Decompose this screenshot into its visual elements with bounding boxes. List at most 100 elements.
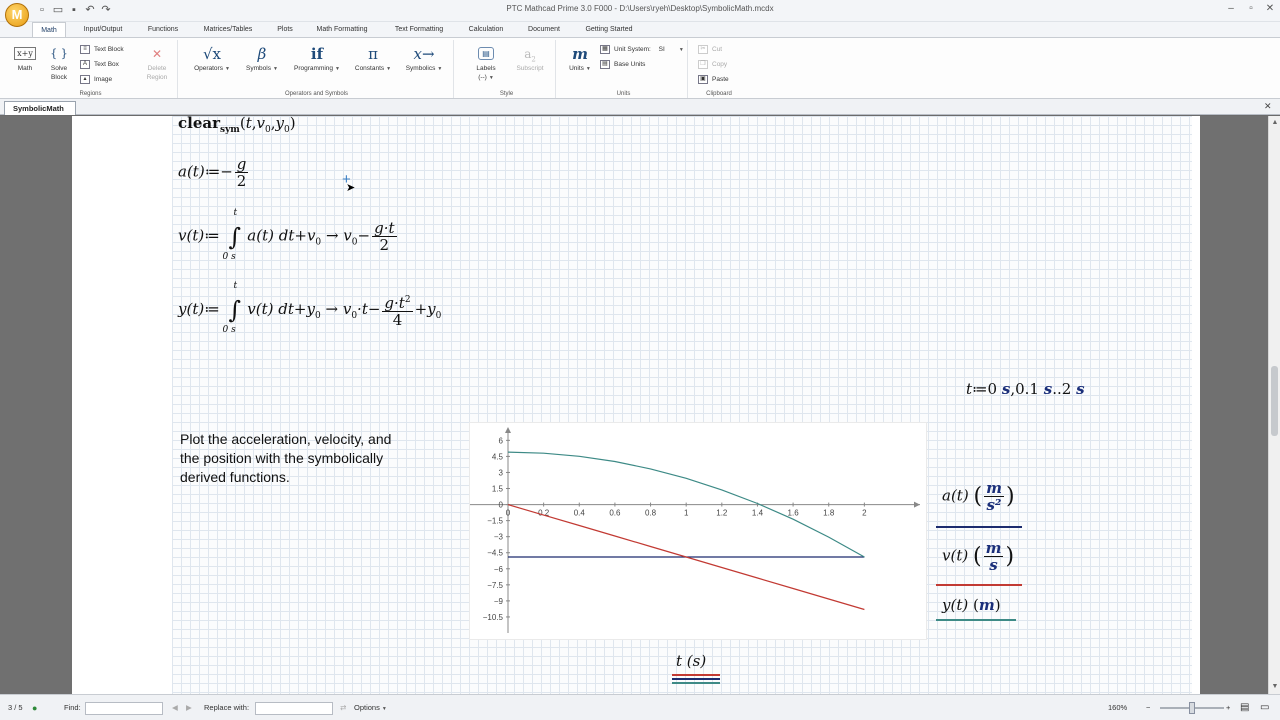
y-definition-region[interactable]: y(t)≔ ∫ t 0 s v(t) dt+y0 → v0·t− g·t2 4 +y0 [178,281,441,335]
y-result-plus: + [414,300,428,318]
constants-button[interactable]: π Constants ▼ [348,44,398,74]
cut-button[interactable]: ✂ Cut [698,44,722,56]
text-region-note[interactable]: Plot the acceleration, velocity, and the… [180,430,400,487]
tab-input-output[interactable]: Input/Output [74,22,132,37]
symbolics-button[interactable]: x→ Symbolics ▼ [398,44,450,74]
replace-icon[interactable]: ⇄ [340,695,346,720]
y-tick-label: −10.5 [483,613,504,622]
close-document-icon[interactable]: ✕ [1264,101,1274,112]
operators-group-label: Operators and Symbols [284,91,349,97]
v-integral: ∫ t 0 s [222,207,242,262]
tab-plots[interactable]: Plots [270,22,300,37]
regions-group: x+y Math { } Solve Block ≡ Text Block A Te… [4,40,178,98]
operators-icon: √x [202,45,222,63]
maximize-icon[interactable]: ▫ [1242,2,1260,16]
solve-label-1: Solve [50,65,68,72]
calc-status-icon: ● [32,703,38,713]
cut-label: Cut [712,46,723,53]
page-view-icon[interactable]: ▤ [1240,695,1249,720]
y-tick-label: −7.5 [487,581,503,590]
t-end-unit: s [1076,380,1085,398]
x-tick-label: 1 [684,509,689,518]
y-tick-label: 1.5 [492,485,504,494]
mathcad-window: M ▫ ▭ ▪ ↶ ↷ PTC Mathcad Prime 3.0 F000 -… [0,0,1280,720]
legend-y[interactable]: y(t) (m) [942,596,1001,614]
copy-button[interactable]: ❐ Copy [698,59,727,71]
y-lower-limit: 0 s [222,325,236,335]
paste-button[interactable]: ▣ Paste [698,74,729,86]
unit-system-select[interactable]: ▦ Unit System: SI ▼ [600,44,684,56]
a-sign: − [220,162,233,181]
find-prev-icon[interactable]: ◀ [172,695,178,720]
scroll-down-icon[interactable]: ▼ [1270,682,1280,692]
delete-region-button[interactable]: ✕ Delete Region [140,44,174,82]
zoom-level: 160% [1108,703,1128,712]
scroll-up-icon[interactable]: ▲ [1270,118,1280,128]
labels-button[interactable]: ▤ Labels (--) ▼ [466,44,506,83]
base-units-button[interactable]: ▤ Base Units [600,59,645,71]
zoom-out-icon[interactable]: − [1146,695,1150,720]
operators-button[interactable]: √x Operators ▼ [186,44,238,74]
programming-button[interactable]: if Programming ▼ [286,44,348,74]
v-arrow: → [325,226,339,245]
tab-math-formatting[interactable]: Math Formatting [308,22,376,37]
v-result-numerator: g·t [372,219,397,237]
tab-text-formatting[interactable]: Text Formatting [384,22,454,37]
document-tab[interactable]: SymbolicMath [4,101,76,115]
replace-input[interactable] [255,702,333,715]
delete-region-icon: ✕ [151,47,163,61]
legend-a[interactable]: a(t) (m s²) [942,480,1015,513]
mathcad-logo[interactable]: M [5,3,29,27]
unit-system-label: Unit System: [614,46,651,53]
x-tick-label: 1.8 [823,509,835,518]
units-button[interactable]: m Units ▼ [564,44,596,74]
y-lhs: y(t) [178,300,205,318]
close-icon[interactable]: ✕ [1261,2,1279,16]
tab-calculation[interactable]: Calculation [462,22,510,37]
worksheet-area: clearsym(t,v0,y0) a(t)≔− g 2 + ➤ v(t)≔ ∫ t 0… [0,116,1268,694]
xy-plot[interactable]: 0 0.2 0.4 0.6 0.8 1 1.2 1.4 1.6 1.8 2 6 4.5 3 1.5 0 −1.5… [469,422,927,640]
x-axis-label[interactable]: t (s) [676,652,706,670]
zoom-slider-knob[interactable] [1189,702,1195,714]
a-definition-region[interactable]: a(t)≔− g 2 [178,156,250,189]
symbols-dropdown-icon: ▼ [272,66,278,72]
v-result-denominator: 2 [379,236,390,254]
zoom-in-icon[interactable]: + [1226,695,1230,720]
legend-v[interactable]: v(t) (m s) [942,540,1014,573]
symbols-button[interactable]: β Symbols ▼ [238,44,286,74]
symbolics-dropdown-icon: ▼ [437,66,443,72]
options-label: Options [354,703,380,712]
draft-view-icon[interactable]: ▭ [1260,695,1269,720]
symbolics-label: Symbolics [405,65,436,72]
tab-getting-started[interactable]: Getting Started [578,22,640,37]
minimize-icon[interactable]: – [1222,2,1240,16]
y-result-a-rest: ·t [357,300,368,318]
t-range-region[interactable]: t≔0 s,0.1 s..2 s [966,380,1085,398]
legend-v-line [936,584,1022,586]
subscript-button[interactable]: a2 Subscript [508,44,552,73]
image-button[interactable]: ▴ Image [80,74,112,86]
worksheet-page[interactable]: clearsym(t,v0,y0) a(t)≔− g 2 + ➤ v(t)≔ ∫ t 0… [72,116,1200,694]
text-box-button[interactable]: A Text Box [80,59,119,71]
options-dropdown[interactable]: Options ▼ [354,695,387,720]
y-plus: + [293,300,307,318]
delete-label-1: Delete [147,65,167,72]
labels-icon: ▤ [466,44,506,64]
y-upper-limit: t [233,281,238,291]
find-input[interactable] [85,702,163,715]
tab-matrices-tables[interactable]: Matrices/Tables [194,22,262,37]
tab-math[interactable]: Math [32,22,66,37]
scrollbar-thumb[interactable] [1271,366,1278,436]
constants-dropdown-icon: ▼ [386,66,392,72]
clear-fn: clear [178,116,220,132]
clear-sym-region[interactable]: clearsym(t,v0,y0) [178,116,296,135]
find-next-icon[interactable]: ▶ [186,695,192,720]
text-block-button[interactable]: ≡ Text Block [80,44,124,56]
solve-block-button[interactable]: { } Solve Block [44,44,74,82]
tab-functions[interactable]: Functions [140,22,186,37]
y-tick-label: 0 [499,501,504,510]
v-definition-region[interactable]: v(t)≔ ∫ t 0 s a(t) dt+v0 → v0− g·t 2 [178,207,399,262]
vertical-scrollbar[interactable]: ▲ ▼ [1268,116,1280,694]
math-button[interactable]: x+y Math [10,44,40,73]
tab-document[interactable]: Document [518,22,570,37]
